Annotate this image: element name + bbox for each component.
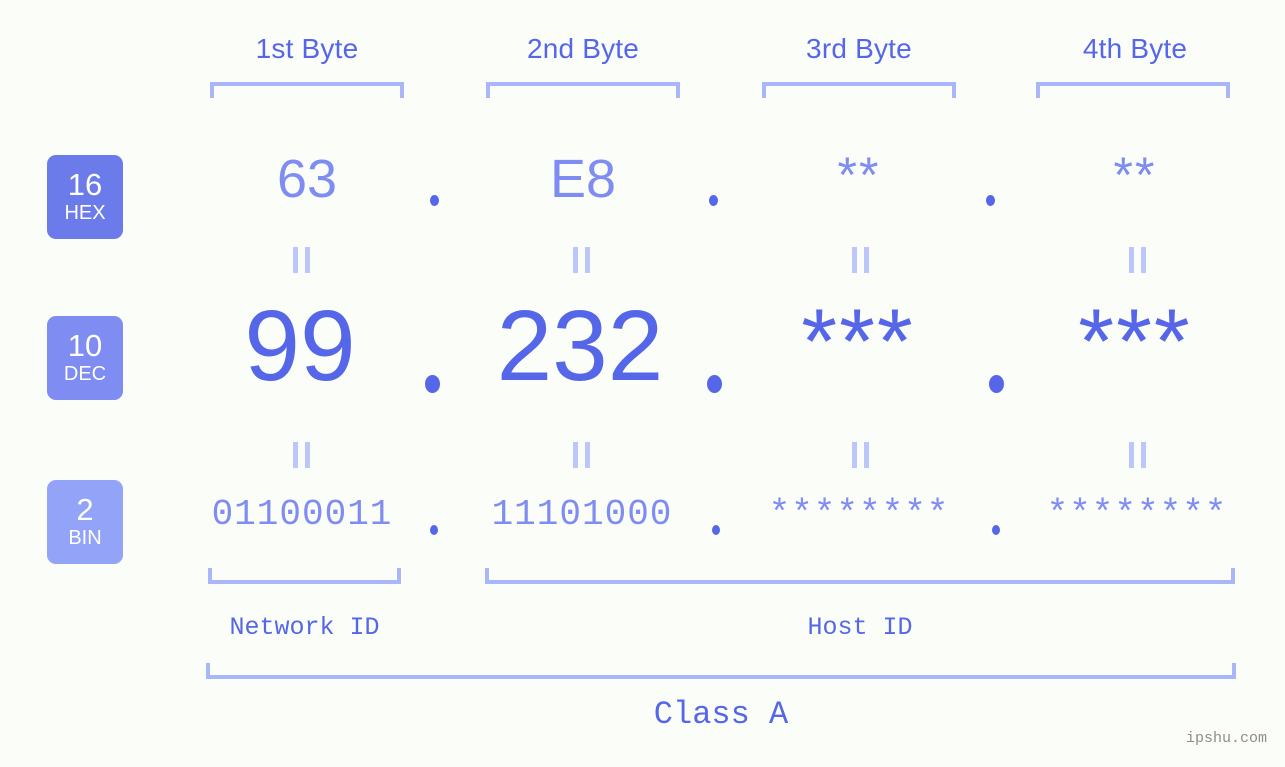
byte-bracket-top-2 (486, 82, 680, 98)
dec-byte-2: 232 (496, 290, 664, 402)
bin-byte-2: 11101000 (491, 494, 673, 535)
base-badge-hex[interactable]: 16 HEX (47, 155, 123, 239)
class-label: Class A (653, 696, 789, 733)
equals-hex-dec-4 (1022, 247, 1252, 273)
byte-header-3: 3rd Byte (806, 33, 912, 64)
base-badge-bin-name: BIN (68, 526, 102, 549)
hex-separator-dot-3 (986, 195, 995, 206)
dec-byte-1: 99 (244, 290, 356, 402)
base-badge-hex-name: HEX (64, 201, 106, 224)
byte-header-1: 1st Byte (255, 33, 359, 64)
bin-byte-3: ******** (768, 494, 950, 535)
hex-byte-2: E8 (549, 149, 617, 209)
byte-header-4: 4th Byte (1082, 33, 1188, 64)
bin-separator-dot-1 (430, 525, 438, 535)
class-bracket (206, 663, 1236, 679)
equals-dec-bin-4 (1022, 442, 1252, 468)
bin-separator-dot-2 (712, 525, 720, 535)
equals-dec-bin-2 (466, 442, 696, 468)
byte-bracket-top-3 (762, 82, 956, 98)
hex-byte-3: ** (837, 147, 881, 203)
bin-separator-dot-3 (992, 525, 1000, 535)
hex-byte-4: ** (1113, 147, 1157, 203)
equals-dec-bin-3 (745, 442, 975, 468)
equals-hex-dec-1 (186, 247, 416, 273)
equals-hex-dec-2 (466, 247, 696, 273)
dec-separator-dot-1 (425, 375, 440, 393)
dec-separator-dot-2 (707, 375, 722, 393)
base-badge-hex-number: 16 (67, 167, 103, 203)
equals-dec-bin-1 (186, 442, 416, 468)
bin-byte-1: 01100011 (211, 494, 393, 535)
host-id-label: Host ID (807, 613, 913, 642)
base-badge-dec[interactable]: 10 DEC (47, 316, 123, 400)
byte-bracket-top-1 (210, 82, 404, 98)
equals-hex-dec-3 (745, 247, 975, 273)
hex-byte-1: 63 (276, 149, 338, 209)
hex-separator-dot-2 (709, 195, 718, 206)
hex-separator-dot-1 (430, 195, 439, 206)
byte-bracket-top-4 (1036, 82, 1230, 98)
dec-byte-4: *** (1078, 291, 1192, 393)
host-id-bracket (485, 568, 1235, 584)
base-badge-bin-number: 2 (76, 492, 94, 528)
bin-byte-4: ******** (1046, 494, 1228, 535)
network-id-label: Network ID (229, 613, 380, 642)
dec-byte-3: *** (801, 291, 915, 393)
ip-breakdown-diagram: 1st Byte 2nd Byte 3rd Byte 4th Byte 16 H… (0, 0, 1285, 767)
site-watermark: ipshu.com (1185, 730, 1267, 747)
network-id-bracket (208, 568, 401, 584)
byte-header-2: 2nd Byte (526, 33, 640, 64)
base-badge-dec-name: DEC (63, 362, 107, 385)
base-badge-bin[interactable]: 2 BIN (47, 480, 123, 564)
base-badge-dec-number: 10 (67, 328, 103, 364)
dec-separator-dot-3 (989, 375, 1004, 393)
